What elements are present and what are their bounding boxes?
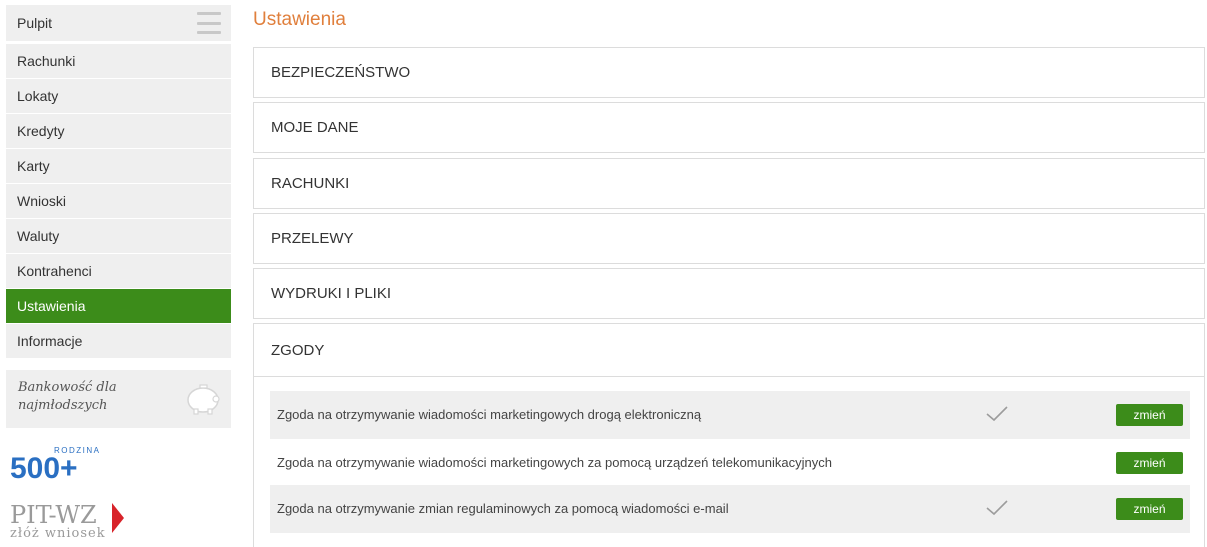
sidebar-item-label: Pulpit [17,15,53,31]
sidebar-nav: Pulpit Rachunki Lokaty Kredyty Karty Wni… [6,5,231,359]
pit-wz-logo[interactable]: PIT-WZ złóż wniosek [8,497,138,542]
check-icon [986,406,1008,422]
sidebar-item-label: Karty [17,158,50,174]
consent-text: Zgoda na otrzymywanie wiadomości marketi… [277,455,832,470]
consent-text: Zgoda na otrzymywanie zmian regulaminowy… [277,501,729,516]
sidebar-item-label: Rachunki [17,53,76,69]
sidebar-item-pulpit[interactable]: Pulpit [6,5,231,42]
section-label: ZGODY [271,342,325,359]
sidebar-item-kontrahenci[interactable]: Kontrahenci [6,254,231,289]
section-label: BEZPIECZEŃSTWO [271,64,411,81]
section-wydruki-i-pliki[interactable]: WYDRUKI I PLIKI [253,268,1205,319]
sidebar-item-lokaty[interactable]: Lokaty [6,79,231,114]
section-label: PRZELEWY [271,230,354,247]
section-bezpieczenstwo[interactable]: BEZPIECZEŃSTWO [253,47,1205,98]
sidebar-item-label: Wnioski [17,193,67,209]
section-moje-dane[interactable]: MOJE DANE [253,102,1205,153]
consent-row: Zgoda na otrzymywanie wiadomości marketi… [270,391,1190,439]
sidebar-item-karty[interactable]: Karty [6,149,231,184]
sidebar-item-informacje[interactable]: Informacje [6,324,231,359]
logo-pit-sub: złóż wniosek [10,526,106,541]
sidebar-item-label: Kredyty [17,123,65,139]
sidebar-item-label: Informacje [17,333,83,349]
section-przelewy[interactable]: PRZELEWY [253,213,1205,264]
sidebar-item-kredyty[interactable]: Kredyty [6,114,231,149]
sidebar-item-wnioski[interactable]: Wnioski [6,184,231,219]
sidebar-item-waluty[interactable]: Waluty [6,219,231,254]
logo-500-text: 500+ [10,452,78,482]
consent-text: Zgoda na otrzymywanie wiadomości marketi… [277,407,702,422]
section-label: MOJE DANE [271,119,359,136]
change-consent-button[interactable]: zmień [1116,404,1183,426]
consent-row: Zgoda na otrzymywanie zmian regulaminowy… [270,485,1190,533]
sidebar-item-label: Waluty [17,228,60,244]
logo-pit-text: PIT-WZ [10,501,97,529]
sidebar-item-label: Kontrahenci [17,263,92,279]
promo-kids-banking[interactable]: Bankowość dla najmłodszych [6,370,231,428]
section-label: WYDRUKI I PLIKI [271,285,392,302]
arrow-icon [112,503,124,533]
sidebar-item-rachunki[interactable]: Rachunki [6,44,231,79]
section-label: RACHUNKI [271,175,350,192]
change-consent-button[interactable]: zmień [1116,498,1183,520]
sidebar-item-label: Lokaty [17,88,59,104]
piggy-bank-icon [187,384,220,415]
change-consent-button[interactable]: zmień [1116,452,1183,474]
sidebar: Pulpit Rachunki Lokaty Kredyty Karty Wni… [6,5,231,428]
check-icon [986,500,1008,516]
section-zgody-header[interactable]: ZGODY [254,324,1204,377]
section-rachunki[interactable]: RACHUNKI [253,158,1205,209]
menu-icon[interactable] [197,12,221,34]
rodzina-500-logo[interactable]: RODZINA 500+ [8,442,108,482]
consent-row: Zgoda na otrzymywanie wiadomości marketi… [270,439,1190,487]
section-zgody: ZGODY Zgoda na otrzymywanie wiadomości m… [253,323,1205,547]
sidebar-item-ustawienia[interactable]: Ustawienia [6,289,231,324]
page-title: Ustawienia [253,9,346,30]
sidebar-item-label: Ustawienia [17,298,86,314]
